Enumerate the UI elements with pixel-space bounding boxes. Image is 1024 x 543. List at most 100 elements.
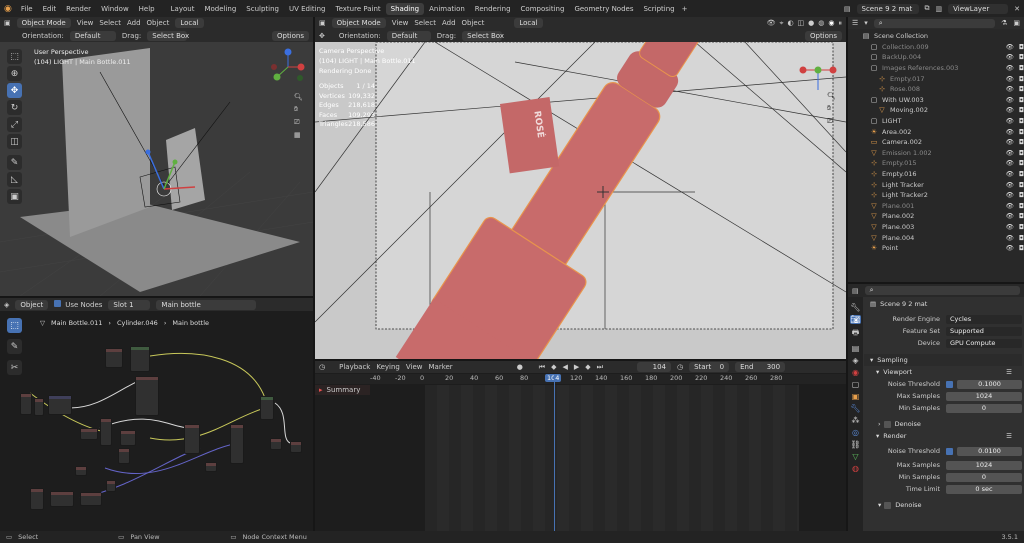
r-min-field[interactable]: 0 <box>946 472 1022 482</box>
world-tab-icon[interactable]: ◉ <box>852 368 859 377</box>
render-tab-icon[interactable]: 📷︎ <box>850 315 861 324</box>
render-camera-icon[interactable]: ◘ <box>1019 244 1024 252</box>
visibility-eye-icon[interactable]: 👁︎ <box>1006 43 1014 51</box>
scene-selector[interactable]: Scene 9 2 mat <box>856 3 919 14</box>
render-engine-select[interactable]: Cycles <box>946 314 1022 324</box>
add-menu[interactable]: Add <box>127 19 141 27</box>
pan-hand-icon[interactable]: ✋︎ <box>294 105 303 114</box>
outliner-item[interactable]: ⊹ Empty.016 👁︎ ◘ <box>848 169 1024 180</box>
options-button[interactable]: Options <box>271 30 309 41</box>
scene-icon[interactable]: ▤ <box>844 5 851 13</box>
timeline[interactable]: ◷ Playback Keying View Marker ● ⏮ ◆ ◀ ▶ … <box>315 361 846 531</box>
list-icon[interactable]: ☰ <box>1006 368 1012 376</box>
r-denoise-checkbox[interactable] <box>884 501 892 509</box>
object-menu[interactable]: Object <box>147 19 170 27</box>
render-camera-icon[interactable]: ◘ <box>1019 181 1024 189</box>
transform-tool-icon[interactable]: ◫ <box>7 134 22 149</box>
measure-tool-icon[interactable]: ◺ <box>7 172 22 187</box>
render-camera-icon[interactable]: ◘ <box>1019 106 1024 114</box>
camera-select-menu[interactable]: Select <box>414 19 436 27</box>
node-box[interactable] <box>100 418 112 446</box>
jump-start-icon[interactable]: ⏮ <box>539 363 545 372</box>
select-menu[interactable]: Select <box>99 19 121 27</box>
node-box[interactable] <box>80 428 98 440</box>
visibility-eye-icon[interactable]: 👁︎ <box>1006 96 1014 104</box>
vp-max-field[interactable]: 1024 <box>946 391 1022 401</box>
render-camera-icon[interactable]: ◘ <box>1019 128 1024 136</box>
display-mode-icon[interactable]: ▾ <box>864 19 868 27</box>
r-noise-field[interactable]: 0.0100 <box>957 446 1022 456</box>
marker-menu[interactable]: Marker <box>428 363 452 371</box>
tool-tab-icon[interactable]: 🔧︎ <box>850 303 860 312</box>
move-tool-icon[interactable]: ✥ <box>7 83 22 98</box>
current-frame-field[interactable]: 104 <box>636 362 671 372</box>
vp-noise-checkbox[interactable] <box>946 380 953 388</box>
timeline-editor-icon[interactable]: ◷ <box>319 363 325 371</box>
dope-sheet-area[interactable] <box>425 385 799 531</box>
camera-lock-icon[interactable]: ⎚ <box>827 117 836 126</box>
camera-add-menu[interactable]: Add <box>442 19 456 27</box>
render-camera-icon[interactable]: ◘ <box>1019 159 1024 167</box>
xray-icon[interactable]: ◫ <box>798 19 805 28</box>
outliner-item[interactable]: ▽ Emission 1.002 👁︎ ◘ <box>848 148 1024 159</box>
left-3d-viewport[interactable]: ▣ Object Mode View Select Add Object Loc… <box>0 17 313 296</box>
render-camera-icon[interactable]: ◘ <box>1019 138 1024 146</box>
jump-end-icon[interactable]: ⏭ <box>597 363 603 372</box>
tab-texture-paint[interactable]: Texture Paint <box>331 3 386 15</box>
modifier-tab-icon[interactable]: 🔧︎ <box>850 404 860 413</box>
camera-pan-icon[interactable]: ✋︎ <box>827 104 836 113</box>
collection-tab-icon[interactable]: ▢ <box>852 380 860 389</box>
node-box[interactable] <box>20 393 32 415</box>
camera-transform-orientation[interactable]: Local <box>514 18 543 28</box>
cursor-tool-icon[interactable]: ⊕ <box>7 66 22 81</box>
physics-tab-icon[interactable]: ◎ <box>852 428 859 437</box>
device-select[interactable]: GPU Compute <box>946 338 1022 348</box>
tweak-tool-icon[interactable]: ⬚ <box>7 49 22 64</box>
time-limit-field[interactable]: 0 sec <box>946 484 1022 494</box>
scale-tool-icon[interactable]: ⤢ <box>7 117 22 132</box>
outliner[interactable]: ☰ ▾ ⌕ ⚗ ▣ ▤ Scene Collection ▢ Collection… <box>848 17 1024 282</box>
camera-orientation-select[interactable]: Default <box>386 30 431 41</box>
outliner-item[interactable]: ▢ BackUp.004 👁︎ ◘ <box>848 52 1024 63</box>
node-box[interactable] <box>130 346 150 372</box>
tab-rendering[interactable]: Rendering <box>470 3 516 15</box>
blender-logo-icon[interactable]: ◉ <box>4 4 12 14</box>
properties-search[interactable]: ⌕ <box>864 286 1020 295</box>
tab-layout[interactable]: Layout <box>166 3 200 15</box>
camera-options-button[interactable]: Options <box>804 30 842 41</box>
outliner-item[interactable]: ▭ Camera.002 👁︎ ◘ <box>848 137 1024 148</box>
visibility-eye-icon[interactable]: 👁︎ <box>1006 128 1014 136</box>
node-editor[interactable]: ◈ Object Use Nodes Slot 1 Main bottle ▽ … <box>0 298 313 531</box>
node-box[interactable] <box>184 424 200 454</box>
visibility-eye-icon[interactable]: 👁︎ <box>1006 244 1014 252</box>
shading-rendered-icon[interactable]: ◉ <box>828 19 834 28</box>
overlay-toggle-icon[interactable]: ◐ <box>787 19 793 28</box>
grid-view-icon[interactable]: ▦ <box>294 131 303 139</box>
transform-pivot-icon[interactable]: ✥ <box>319 32 325 40</box>
close-layer-icon[interactable]: ✕ <box>1014 5 1020 13</box>
start-frame-field[interactable]: Start 0 <box>689 362 730 372</box>
orientation-select[interactable]: Default <box>69 30 116 41</box>
visibility-eye-icon[interactable]: 👁︎ <box>1006 212 1014 220</box>
render-camera-icon[interactable]: ◘ <box>1019 96 1024 104</box>
render-camera-icon[interactable]: ◘ <box>1019 85 1024 93</box>
node-box[interactable] <box>118 448 130 464</box>
render-camera-icon[interactable]: ◘ <box>1019 212 1024 220</box>
visibility-eye-icon[interactable]: 👁︎ <box>1006 170 1014 178</box>
object-tab-icon[interactable]: ▣ <box>852 392 860 401</box>
expand-arrow-icon[interactable]: ▸ <box>319 386 323 394</box>
preview-range-icon[interactable]: ◷ <box>677 363 683 371</box>
vp-noise-field[interactable]: 0.1000 <box>957 379 1022 389</box>
gizmo-toggle-icon[interactable]: ⌖ <box>779 19 783 28</box>
outliner-item[interactable]: ⊹ Empty.017 👁︎ ◘ <box>848 73 1024 84</box>
visibility-eye-icon[interactable]: 👁︎ <box>1006 159 1014 167</box>
r-noise-checkbox[interactable] <box>946 447 953 455</box>
mode-select[interactable]: Object Mode <box>16 18 71 28</box>
outliner-editor-icon[interactable]: ☰ <box>852 19 858 27</box>
outliner-item[interactable]: ☀ Point 👁︎ ◘ <box>848 243 1024 254</box>
render-subpanel-header[interactable]: ▾ Render ☰ <box>864 430 1022 442</box>
annotate-tool-icon[interactable]: ✎ <box>7 155 22 170</box>
camera-viewport[interactable]: ▣ Object Mode View Select Add Object Loc… <box>315 17 846 359</box>
camera-view-icon[interactable]: ⎚ <box>294 118 303 127</box>
render-camera-icon[interactable]: ◘ <box>1019 234 1024 242</box>
